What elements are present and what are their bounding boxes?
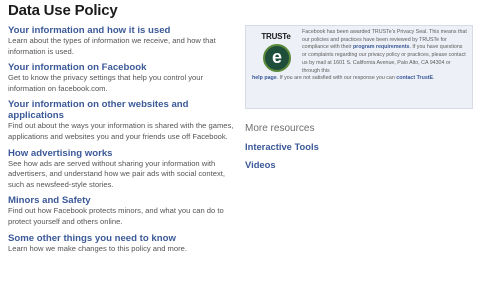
section-description: Get to know the privacy settings that he…: [8, 73, 204, 93]
section-description: Find out how Facebook protects minors, a…: [8, 206, 224, 226]
sidebar: TRUSTe e Facebook has been awarded TRUST…: [245, 25, 473, 170]
section-heading-link[interactable]: Your information and how it is used: [8, 25, 236, 36]
contact-truste-link[interactable]: contact TrustE: [396, 75, 433, 81]
truste-description: Facebook has been awarded TRUSTe's Priva…: [252, 29, 467, 83]
policy-section: Your information and how it is used Lear…: [8, 25, 236, 57]
section-description: Learn about the types of information we …: [8, 36, 216, 56]
policy-section: Your information on Facebook Get to know…: [8, 62, 236, 94]
policy-section: How advertising works See how ads are se…: [8, 148, 236, 191]
help-page-link[interactable]: help page: [252, 75, 277, 81]
truste-text-part: .: [433, 75, 435, 82]
truste-seal-box: TRUSTe e Facebook has been awarded TRUST…: [245, 25, 473, 109]
truste-text-part: . If you are not satisfied with our resp…: [276, 75, 397, 82]
section-heading-link[interactable]: Minors and Safety: [8, 195, 236, 206]
policy-section: Minors and Safety Find out how Facebook …: [8, 195, 236, 227]
section-description: Find out about the ways your information…: [8, 121, 234, 141]
interactive-tools-link[interactable]: Interactive Tools: [245, 141, 473, 152]
policy-sections: Your information and how it is used Lear…: [8, 25, 236, 259]
videos-link[interactable]: Videos: [245, 159, 473, 170]
section-description: See how ads are served without sharing y…: [8, 158, 225, 189]
section-description: Learn how we make changes to this policy…: [8, 243, 187, 253]
policy-section: Your information on other websites and a…: [8, 99, 236, 142]
program-requirements-link[interactable]: program requirements: [353, 44, 410, 50]
section-heading-link[interactable]: Your information on other websites and a…: [8, 99, 236, 121]
more-resources-title: More resources: [245, 123, 315, 134]
section-heading-link[interactable]: How advertising works: [8, 148, 236, 159]
policy-section: Some other things you need to know Learn…: [8, 233, 236, 255]
section-heading-link[interactable]: Some other things you need to know: [8, 233, 236, 244]
page-title: Data Use Policy: [8, 2, 118, 19]
section-heading-link[interactable]: Your information on Facebook: [8, 62, 236, 73]
truste-text-indented: Facebook has been awarded TRUSTe's Priva…: [252, 29, 467, 75]
